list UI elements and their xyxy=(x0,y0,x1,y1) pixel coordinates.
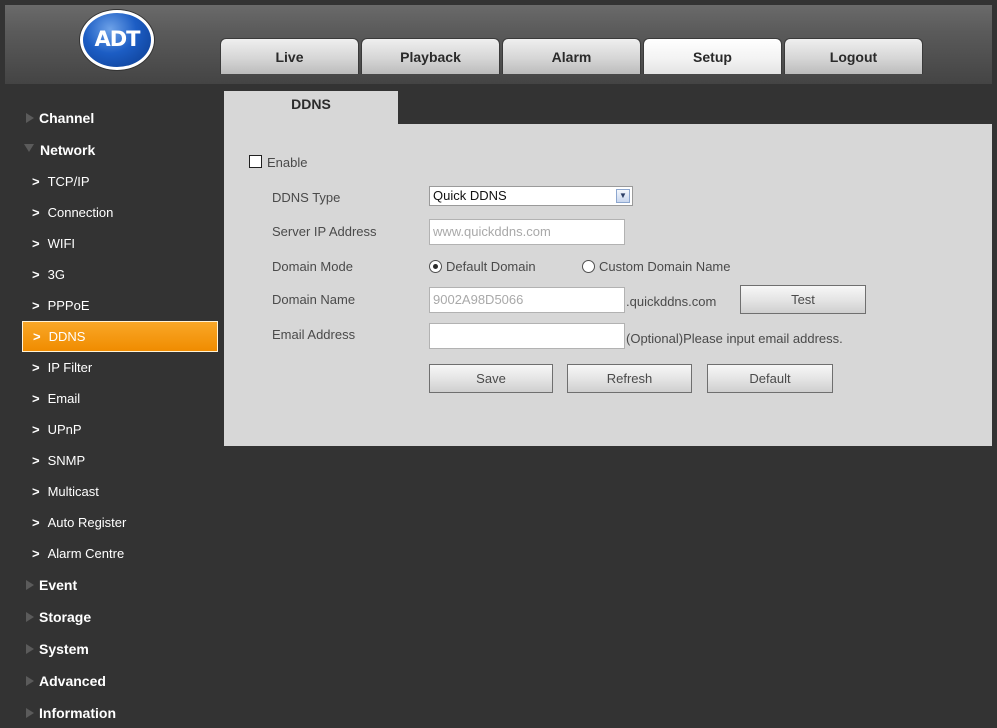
sidebar-item-label: Multicast xyxy=(47,484,99,499)
sidebar-item-auto-register[interactable]: > Auto Register xyxy=(22,507,218,538)
collapsed-arrow-icon xyxy=(26,113,34,123)
tab-logout[interactable]: Logout xyxy=(784,38,923,74)
sidebar-item-label: Alarm Centre xyxy=(47,546,125,561)
chevron-right-icon: > xyxy=(32,453,40,468)
sidebar-item-label: PPPoE xyxy=(47,298,90,313)
sidebar-category-label: Advanced xyxy=(39,673,106,689)
sidebar-item-label: 3G xyxy=(47,267,65,282)
sidebar-item-label: DDNS xyxy=(48,329,86,344)
sidebar-category-label: System xyxy=(39,641,89,657)
header-bar: ADT Live Playback Alarm Setup Logout xyxy=(5,5,992,84)
chevron-right-icon: > xyxy=(32,391,40,406)
sidebar-item-ddns[interactable]: > DDNS xyxy=(22,321,218,352)
sidebar-category-storage[interactable]: Storage xyxy=(22,601,217,633)
chevron-right-icon: > xyxy=(32,484,40,499)
sidebar-item-upnp[interactable]: > UPnP xyxy=(22,414,218,445)
sidebar-category-label: Information xyxy=(39,705,116,721)
sidebar-item-alarm-centre[interactable]: > Alarm Centre xyxy=(22,538,218,569)
ddns-settings-panel: Enable DDNS Type Quick DDNS ▼ Server IP … xyxy=(224,124,992,446)
collapsed-arrow-icon xyxy=(26,676,34,686)
collapsed-arrow-icon xyxy=(26,580,34,590)
main-nav-tabs: Live Playback Alarm Setup Logout xyxy=(220,38,925,74)
domain-suffix: .quickddns.com xyxy=(626,294,717,309)
save-button[interactable]: Save xyxy=(429,364,553,393)
logo-text: ADT xyxy=(94,27,140,51)
chevron-right-icon: > xyxy=(32,267,40,282)
sidebar-category-label: Network xyxy=(40,142,96,158)
enable-label: Enable xyxy=(267,155,308,170)
sidebar-item-ip-filter[interactable]: > IP Filter xyxy=(22,352,218,383)
sidebar-item-snmp[interactable]: > SNMP xyxy=(22,445,218,476)
chevron-down-icon: ▼ xyxy=(616,189,630,203)
chevron-right-icon: > xyxy=(32,360,40,375)
sidebar-category-network[interactable]: Network xyxy=(22,134,217,166)
enable-checkbox[interactable] xyxy=(249,155,262,168)
sidebar-category-event[interactable]: Event xyxy=(22,569,217,601)
sidebar-item-wifi[interactable]: > WIFI xyxy=(22,228,218,259)
chevron-right-icon: > xyxy=(32,515,40,530)
sidebar-item-label: TCP/IP xyxy=(47,174,90,189)
email-hint: (Optional)Please input email address. xyxy=(626,331,843,346)
chevron-right-icon: > xyxy=(32,546,40,561)
settings-sidebar: Channel Network > TCP/IP > Connection > … xyxy=(22,102,218,728)
refresh-button[interactable]: Refresh xyxy=(567,364,692,393)
default-button[interactable]: Default xyxy=(707,364,833,393)
sidebar-item-label: Email xyxy=(47,391,81,406)
expanded-arrow-icon xyxy=(24,144,34,152)
sidebar-item-3g[interactable]: > 3G xyxy=(22,259,218,290)
sidebar-category-label: Channel xyxy=(39,110,95,126)
sidebar-category-channel[interactable]: Channel xyxy=(22,102,217,134)
email-address-field[interactable] xyxy=(429,323,625,349)
test-button[interactable]: Test xyxy=(740,285,866,314)
server-ip-field[interactable]: www.quickddns.com xyxy=(429,219,625,245)
ddns-type-label: DDNS Type xyxy=(272,190,341,205)
sidebar-item-connection[interactable]: > Connection xyxy=(22,197,218,228)
server-ip-label: Server IP Address xyxy=(272,224,377,239)
domain-name-field[interactable]: 9002A98D5066 xyxy=(429,287,625,313)
sidebar-item-tcpip[interactable]: > TCP/IP xyxy=(22,166,218,197)
custom-domain-radio[interactable] xyxy=(582,260,595,273)
adt-logo: ADT xyxy=(80,10,154,70)
sidebar-category-advanced[interactable]: Advanced xyxy=(22,665,217,697)
tab-alarm[interactable]: Alarm xyxy=(502,38,641,74)
default-domain-label: Default Domain xyxy=(446,259,536,274)
collapsed-arrow-icon xyxy=(26,644,34,654)
content-tab-ddns[interactable]: DDNS xyxy=(224,91,398,124)
sidebar-item-multicast[interactable]: > Multicast xyxy=(22,476,218,507)
sidebar-item-label: UPnP xyxy=(47,422,82,437)
sidebar-category-label: Event xyxy=(39,577,78,593)
sidebar-category-information[interactable]: Information xyxy=(22,697,217,728)
email-address-label: Email Address xyxy=(272,327,356,342)
sidebar-category-system[interactable]: System xyxy=(22,633,217,665)
sidebar-item-pppoe[interactable]: > PPPoE xyxy=(22,290,218,321)
tab-live[interactable]: Live xyxy=(220,38,359,74)
chevron-right-icon: > xyxy=(33,329,41,344)
chevron-right-icon: > xyxy=(32,298,40,313)
sidebar-item-label: IP Filter xyxy=(47,360,93,375)
sidebar-item-email[interactable]: > Email xyxy=(22,383,218,414)
ddns-type-value: Quick DDNS xyxy=(433,188,507,203)
chevron-right-icon: > xyxy=(32,174,40,189)
domain-name-label: Domain Name xyxy=(272,292,356,307)
default-domain-radio[interactable] xyxy=(429,260,442,273)
collapsed-arrow-icon xyxy=(26,708,34,718)
tab-setup[interactable]: Setup xyxy=(643,38,782,74)
chevron-right-icon: > xyxy=(32,205,40,220)
sidebar-category-label: Storage xyxy=(39,609,92,625)
tab-playback[interactable]: Playback xyxy=(361,38,500,74)
sidebar-item-label: Auto Register xyxy=(47,515,127,530)
ddns-type-select[interactable]: Quick DDNS ▼ xyxy=(429,186,633,206)
collapsed-arrow-icon xyxy=(26,612,34,622)
app-root: ADT Live Playback Alarm Setup Logout Cha… xyxy=(0,0,997,728)
custom-domain-label: Custom Domain Name xyxy=(599,259,731,274)
sidebar-item-label: SNMP xyxy=(47,453,86,468)
chevron-right-icon: > xyxy=(32,236,40,251)
sidebar-item-label: Connection xyxy=(47,205,114,220)
domain-mode-label: Domain Mode xyxy=(272,259,353,274)
chevron-right-icon: > xyxy=(32,422,40,437)
sidebar-item-label: WIFI xyxy=(47,236,76,251)
